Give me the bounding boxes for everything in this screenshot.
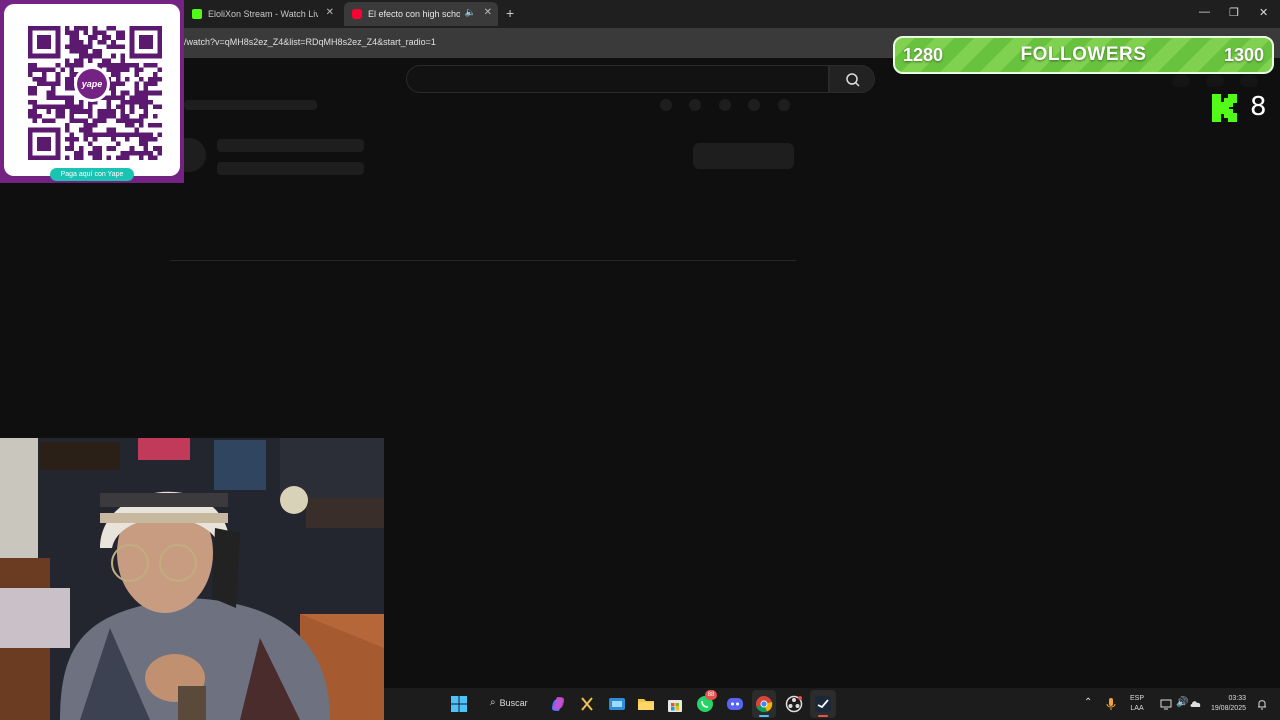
yape-qr-overlay: yape Paga aquí con Yape [0,0,184,183]
viewer-count: 8 [1250,92,1267,122]
obs-studio-icon[interactable] [785,695,803,713]
webcam-image [0,438,384,720]
followers-goal: 1300 [1223,44,1264,65]
kick-viewer-count: 8 [1210,92,1267,122]
tab-title: El efecto con high school d [368,9,460,19]
steam-taskbar-button[interactable] [810,690,836,718]
whatsapp-button[interactable]: 88 [696,690,717,713]
active-indicator [818,715,828,717]
yape-cta: Paga aquí con Yape [50,168,134,181]
discord-icon[interactable] [726,695,744,713]
qr-card: yape [4,4,180,176]
minimize-button[interactable]: — [1199,6,1210,18]
clock-time: 03:33 [1228,695,1246,702]
divider [170,260,796,261]
skeleton-subscriber-count [217,162,364,175]
browser-tab-strip: EloliXon Stream - Watch Live on ✕ El efe… [0,0,1280,28]
skeleton-title [184,100,317,110]
snipping-tool-icon[interactable] [608,695,626,713]
chrome-taskbar-active[interactable] [752,690,776,718]
onedrive-icon[interactable] [1190,698,1202,710]
kick-logo-icon [1212,94,1237,122]
volume-icon[interactable]: 🔊 [1176,697,1188,708]
notification-badge: 88 [705,690,717,700]
chrome-icon [756,696,773,713]
skeleton-icon [1172,75,1190,87]
notifications-icon[interactable] [1256,698,1268,710]
language-code: ESP [1130,695,1145,702]
skeleton-subscribe-button [693,143,794,169]
taskbar-search-label: Buscar [499,697,528,708]
keyboard-layout: LAA [1130,705,1144,712]
steam-icon [815,696,831,712]
skeleton-dot [689,99,701,111]
clock-date: 19/08/2025 [1210,705,1246,712]
tab-kick-stream[interactable]: EloliXon Stream - Watch Live on ✕ [184,2,340,26]
network-icon[interactable] [1160,698,1172,710]
close-window-button[interactable]: ✕ [1259,6,1268,19]
yape-logo: yape [74,66,110,102]
taskbar-search[interactable]: ⌕ Buscar [490,697,528,708]
webcam-feed [0,438,384,720]
search-button[interactable] [829,65,875,93]
followers-current: 1280 [903,44,944,65]
kick-favicon-icon [192,9,202,19]
skeleton-icon [1206,75,1224,87]
skeleton-dot [719,99,731,111]
microphone-icon[interactable] [1106,697,1116,711]
followers-label: FOLLOWERS [1020,44,1147,65]
close-tab-icon[interactable]: ✕ [484,7,492,18]
skeleton-dot [748,99,760,111]
search-input[interactable] [406,65,829,93]
maximize-button[interactable]: ❐ [1229,6,1239,19]
youtube-favicon-icon [352,9,362,19]
new-tab-button[interactable]: + [506,5,514,21]
search-icon: ⌕ [490,697,496,708]
close-tab-icon[interactable]: ✕ [326,7,334,18]
skeleton-channel-name [217,139,364,152]
tab-youtube-active[interactable]: El efecto con high school d 🔈 ✕ [344,2,498,26]
language-indicator[interactable]: ESP LAA [1130,694,1144,714]
yape-logo-text: yape [77,69,107,99]
search-icon [846,73,860,87]
system-clock[interactable]: 03:33 19/08/2025 [1202,694,1246,714]
desktop-screen: EloliXon Stream - Watch Live on ✕ El efe… [0,0,1280,720]
copilot-icon[interactable] [549,695,567,713]
windows-taskbar: ⌕ Buscar 88 ⌃ ESP LAA 🔊 03:33 19/08/2025 [384,688,1280,720]
speaker-icon[interactable]: 🔈 [465,7,476,18]
skeleton-dot [660,99,672,111]
tab-title: EloliXon Stream - Watch Live on [208,9,318,19]
active-indicator [759,715,769,717]
skeleton-avatar [184,138,206,172]
skeleton-icon [1240,75,1258,87]
notes-app-icon[interactable] [578,695,596,713]
windows-start-icon[interactable] [450,695,468,713]
followers-goal-bar: 1280 FOLLOWERS 1300 [893,36,1274,74]
skeleton-dot [778,99,790,111]
ms-store-icon[interactable] [666,695,684,713]
url-text[interactable]: /watch?v=qMH8s2ez_Z4&list=RDqMH8s2ez_Z4&… [184,37,436,47]
file-explorer-icon[interactable] [637,695,655,713]
tray-overflow-icon[interactable]: ⌃ [1084,697,1092,708]
